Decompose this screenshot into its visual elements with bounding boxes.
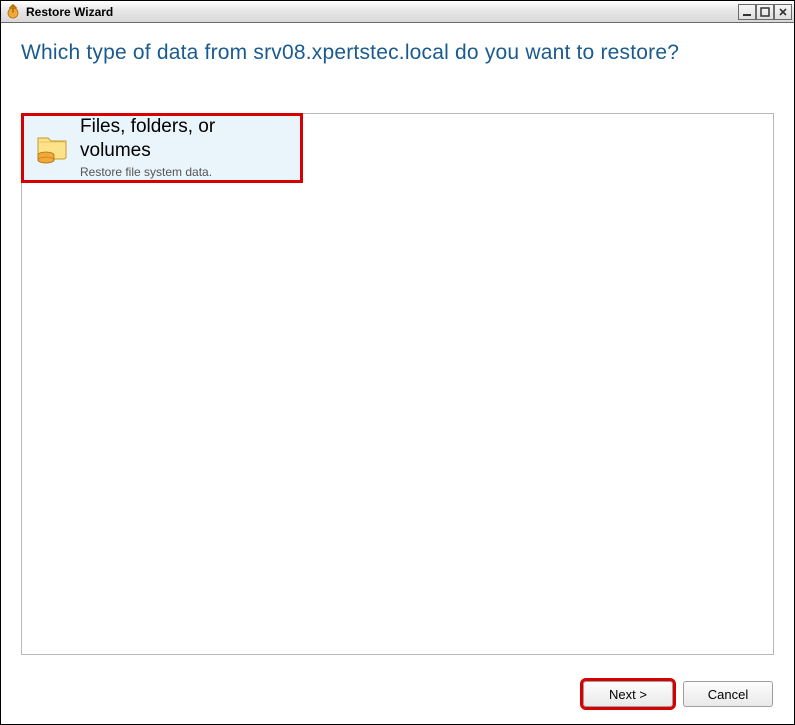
restore-type-list: Files, folders, or volumes Restore file …	[21, 113, 774, 655]
option-files-folders-volumes[interactable]: Files, folders, or volumes Restore file …	[22, 114, 302, 182]
cancel-button[interactable]: Cancel	[683, 681, 773, 707]
window-titlebar: Restore Wizard	[1, 1, 794, 23]
maximize-button[interactable]	[756, 4, 774, 20]
minimize-button[interactable]	[738, 4, 756, 20]
page-heading: Which type of data from srv08.xpertstec.…	[21, 41, 774, 65]
window-title: Restore Wizard	[26, 5, 113, 19]
wizard-content: Which type of data from srv08.xpertstec.…	[1, 23, 794, 655]
folder-database-icon	[34, 130, 70, 166]
option-text: Files, folders, or volumes Restore file …	[80, 115, 290, 180]
window-controls	[738, 4, 792, 20]
close-button[interactable]	[774, 4, 792, 20]
option-description: Restore file system data.	[80, 165, 290, 180]
next-button[interactable]: Next >	[583, 681, 673, 707]
option-title: Files, folders, or volumes	[80, 115, 290, 163]
app-icon	[5, 4, 21, 20]
wizard-footer: Next > Cancel	[583, 681, 773, 707]
